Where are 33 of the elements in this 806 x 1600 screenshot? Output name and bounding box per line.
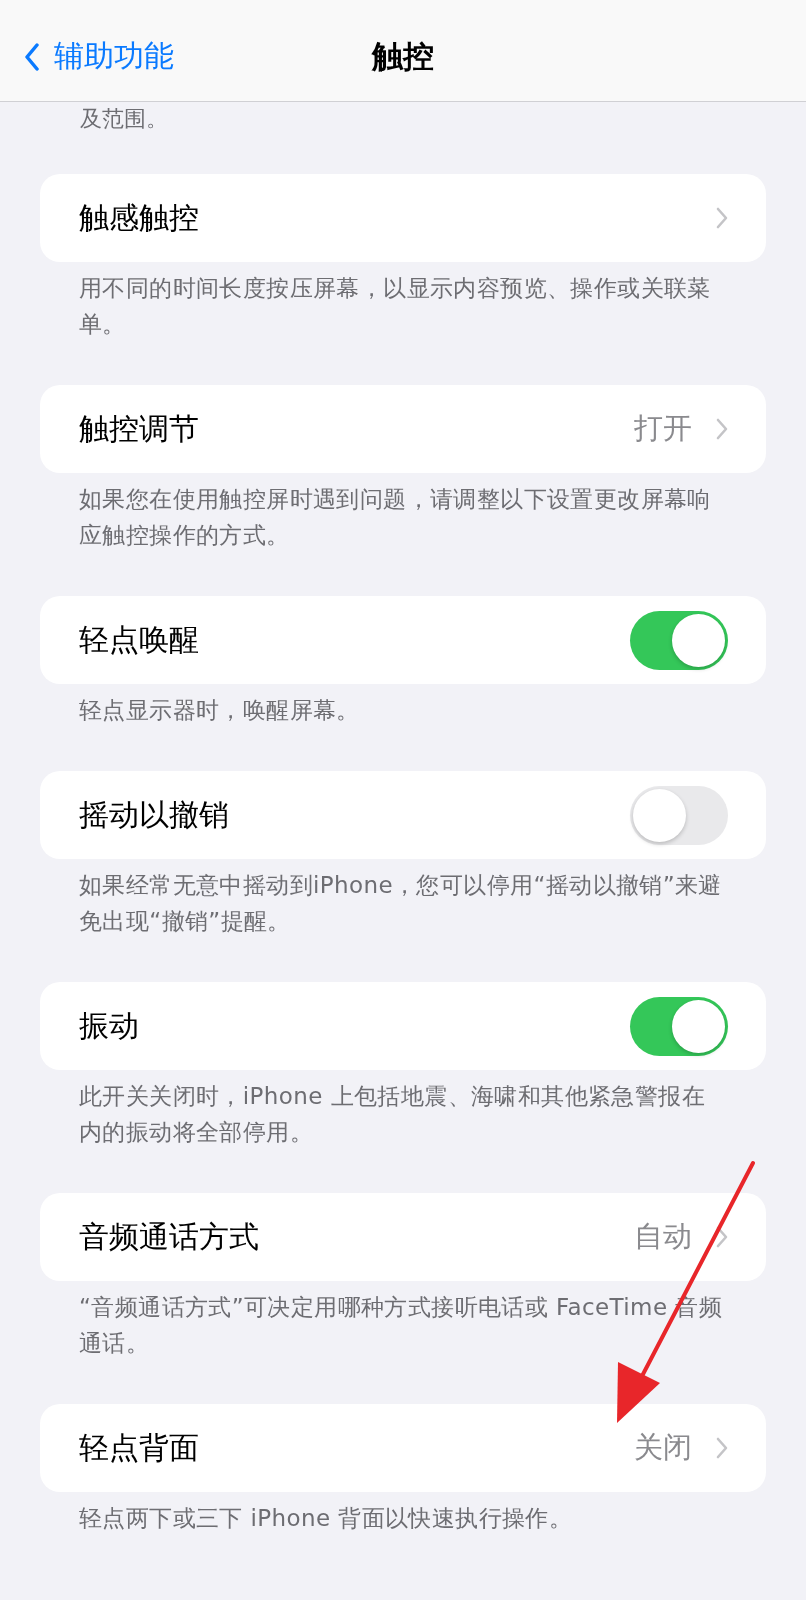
chevron-icon bbox=[716, 418, 728, 440]
row-label: 摇动以撤销 bbox=[79, 795, 230, 834]
footer-text: 此开关关闭时，iPhone 上包括地震、海啸和其他紧急警报在内的振动将全部停用。 bbox=[78, 1082, 706, 1147]
page-title: 触控 bbox=[372, 36, 434, 76]
footer-text: 轻点显示器时，唤醒屏幕。 bbox=[78, 696, 361, 725]
row-label: 振动 bbox=[79, 1006, 140, 1045]
row-label: 触控调节 bbox=[79, 409, 200, 448]
footer-text: 如果经常无意中摇动到iPhone，您可以停用“摇动以撤销”来避免出现“撤销”提醒。 bbox=[78, 871, 723, 936]
settings-row[interactable]: 音频通话方式 自动 bbox=[40, 1193, 766, 1281]
row-label: 轻点唤醒 bbox=[79, 620, 200, 659]
back-icon bbox=[24, 42, 40, 71]
toggle-switch[interactable] bbox=[630, 996, 728, 1056]
footer-text: 如果您在使用触控屏时遇到问题，请调整以下设置更改屏幕响应触控操作的方式。 bbox=[78, 485, 712, 550]
row-value: 打开 bbox=[634, 410, 692, 447]
back-button[interactable]: 辅助功能 bbox=[24, 36, 174, 77]
row-value: 自动 bbox=[634, 1218, 692, 1255]
settings-row[interactable]: 振动 bbox=[40, 982, 766, 1070]
row-label: 音频通话方式 bbox=[79, 1217, 260, 1256]
row-value: 关闭 bbox=[634, 1429, 692, 1466]
footer-text: 用不同的时间长度按压屏幕，以显示内容预览、操作或关联菜单。 bbox=[78, 274, 712, 339]
settings-row[interactable]: 轻点唤醒 bbox=[40, 596, 766, 684]
settings-row[interactable]: 触控调节 打开 bbox=[40, 385, 766, 473]
row-label: 触感触控 bbox=[79, 198, 200, 237]
settings-row[interactable]: 摇动以撤销 bbox=[40, 771, 766, 859]
toggle-switch[interactable] bbox=[630, 610, 728, 670]
chevron-icon bbox=[716, 207, 728, 229]
footer-text: 及范围。 bbox=[79, 105, 169, 133]
settings-row[interactable]: 轻点背面 关闭 bbox=[40, 1404, 766, 1492]
chevron-icon bbox=[716, 1437, 728, 1459]
row-label: 轻点背面 bbox=[79, 1428, 200, 1467]
toggle-switch[interactable] bbox=[630, 785, 728, 845]
settings-row[interactable]: 触感触控 bbox=[40, 174, 766, 262]
footer-text: 轻点两下或三下 iPhone 背面以快速执行操作。 bbox=[78, 1504, 574, 1533]
